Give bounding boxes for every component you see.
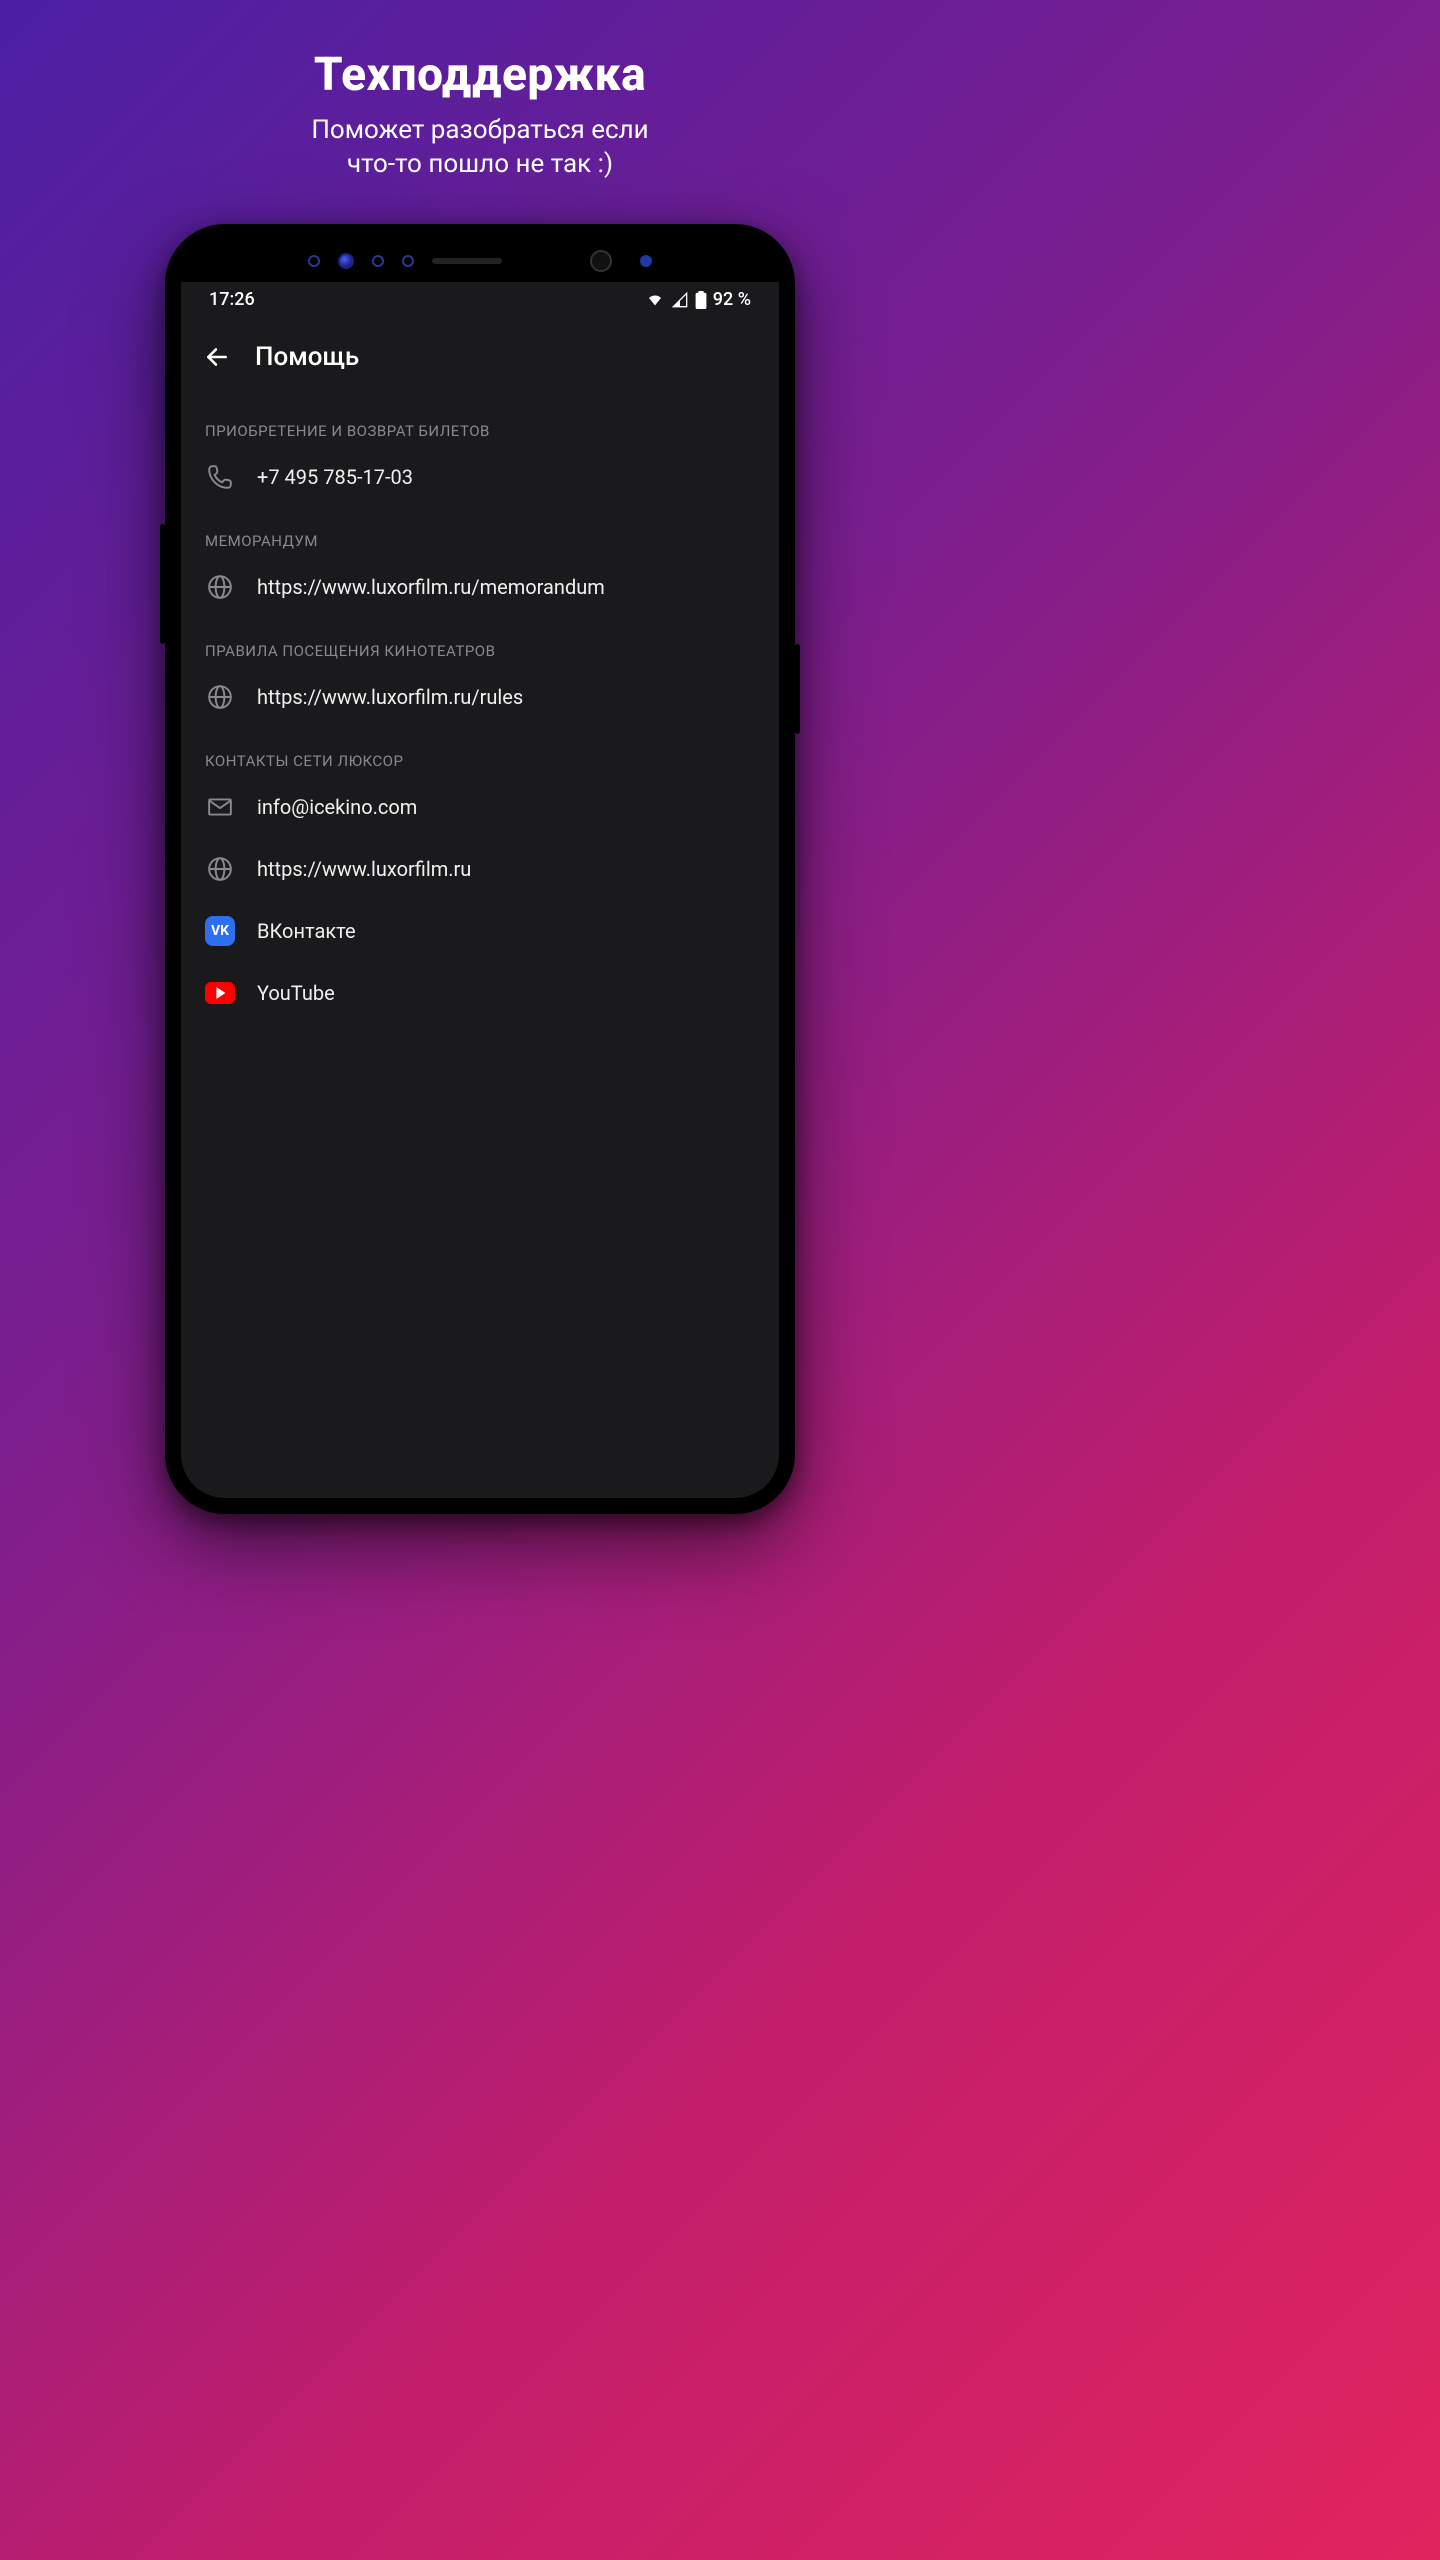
row-label: https://www.luxorfilm.ru/rules xyxy=(257,685,523,709)
device-frame: 17:26 92 % Помощь ПРИОБРЕТЕНИЕ И ВОЗВРАТ… xyxy=(165,224,795,1514)
signal-icon xyxy=(671,292,689,308)
status-bar: 17:26 92 % xyxy=(181,282,779,318)
section-header-tickets: ПРИОБРЕТЕНИЕ И ВОЗВРАТ БИЛЕТОВ xyxy=(181,398,779,446)
row-memorandum-link[interactable]: https://www.luxorfilm.ru/memorandum xyxy=(181,556,779,618)
front-camera-icon xyxy=(590,250,612,272)
sensor-dot-icon xyxy=(338,253,354,269)
row-phone-support[interactable]: +7 495 785-17-03 xyxy=(181,446,779,508)
speaker-slit-icon xyxy=(432,258,502,264)
promo-subtitle-line1: Поможет разобраться если xyxy=(311,115,648,145)
youtube-icon xyxy=(205,978,235,1008)
section-header-rules: ПРАВИЛА ПОСЕЩЕНИЯ КИНОТЕАТРОВ xyxy=(181,618,779,666)
sensor-led-icon xyxy=(640,255,652,267)
section-header-contacts: КОНТАКТЫ СЕТИ ЛЮКСОР xyxy=(181,728,779,776)
battery-icon xyxy=(695,291,707,309)
row-label: YouTube xyxy=(257,981,335,1005)
row-vkontakte[interactable]: VK ВКонтакте xyxy=(181,900,779,962)
section-header-memorandum: МЕМОРАНДУМ xyxy=(181,508,779,556)
vk-icon: VK xyxy=(205,916,235,946)
sensor-dot-icon xyxy=(308,255,320,267)
screen-title: Помощь xyxy=(255,342,359,372)
globe-icon xyxy=(205,682,235,712)
device-sensor-bar xyxy=(181,240,779,282)
promo-title: Техподдержка xyxy=(314,48,646,102)
row-website[interactable]: https://www.luxorfilm.ru xyxy=(181,838,779,900)
battery-percent: 92 % xyxy=(713,289,751,310)
arrow-left-icon xyxy=(204,344,230,370)
status-icons: 92 % xyxy=(645,289,751,310)
screen: 17:26 92 % Помощь ПРИОБРЕТЕНИЕ И ВОЗВРАТ… xyxy=(181,240,779,1498)
app-bar: Помощь xyxy=(181,318,779,390)
row-youtube[interactable]: YouTube xyxy=(181,962,779,1024)
promo-subtitle: Поможет разобраться если что-то пошло не… xyxy=(311,114,648,182)
row-label: info@icekino.com xyxy=(257,795,417,819)
row-label: https://www.luxorfilm.ru xyxy=(257,857,471,881)
row-label: https://www.luxorfilm.ru/memorandum xyxy=(257,575,605,599)
row-label: ВКонтакте xyxy=(257,919,356,943)
mail-icon xyxy=(205,792,235,822)
row-email[interactable]: info@icekino.com xyxy=(181,776,779,838)
promo-subtitle-line2: что-то пошло не так :) xyxy=(347,149,613,179)
globe-icon xyxy=(205,854,235,884)
sensor-dot-icon xyxy=(402,255,414,267)
help-content: ПРИОБРЕТЕНИЕ И ВОЗВРАТ БИЛЕТОВ +7 495 78… xyxy=(181,390,779,1498)
wifi-icon xyxy=(645,292,665,308)
globe-icon xyxy=(205,572,235,602)
phone-icon xyxy=(205,462,235,492)
row-rules-link[interactable]: https://www.luxorfilm.ru/rules xyxy=(181,666,779,728)
row-label: +7 495 785-17-03 xyxy=(257,465,413,489)
sensor-dot-icon xyxy=(372,255,384,267)
back-button[interactable] xyxy=(203,343,231,371)
status-time: 17:26 xyxy=(209,289,255,310)
